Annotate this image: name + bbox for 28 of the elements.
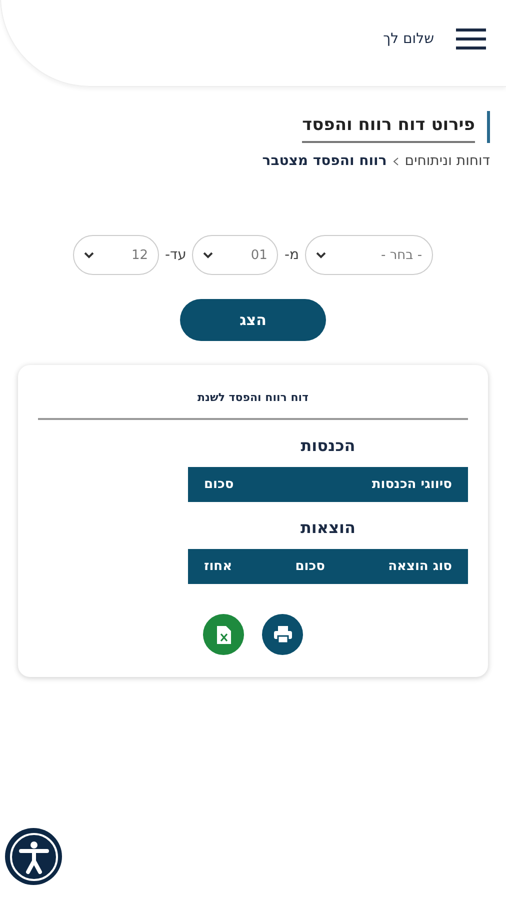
menu-button[interactable]	[456, 28, 486, 50]
column-header: סכום	[295, 559, 325, 574]
select-field[interactable]: - בחר -	[305, 235, 434, 275]
column-header: אחוז	[204, 559, 232, 574]
show-button[interactable]: הצג	[180, 299, 326, 341]
chevron-down-icon	[316, 252, 326, 258]
print-button[interactable]	[262, 614, 303, 655]
chevron-icon	[392, 156, 399, 166]
breadcrumb-link[interactable]: רווח והפסד מצטבר	[262, 153, 387, 169]
chevron-down-icon	[84, 252, 94, 258]
range-label: עד-	[164, 247, 186, 263]
range-label: מ-	[284, 247, 300, 263]
select-field[interactable]: 12	[72, 235, 159, 275]
section-heading: הוצאות	[300, 518, 356, 537]
select-field[interactable]: 01	[192, 235, 278, 275]
column-header: סכום	[204, 477, 234, 492]
excel-export-button[interactable]	[203, 614, 244, 655]
report-title: דוח רווח והפסד לשנת	[38, 391, 468, 420]
spreadsheet-file-icon	[216, 626, 230, 644]
column-header: סוג הוצאה	[388, 559, 452, 574]
chevron-down-icon	[203, 252, 214, 258]
section-heading: הכנסות	[300, 436, 356, 455]
column-header: סיווגי הכנסות	[372, 477, 452, 492]
breadcrumb-link[interactable]: דוחות וניתוחים	[404, 153, 490, 169]
greeting-text: שלום לך	[383, 31, 434, 47]
page-title: פירוט דוח רווח והפסד	[302, 111, 475, 143]
accessibility-icon	[8, 832, 58, 882]
printer-icon	[274, 626, 292, 643]
